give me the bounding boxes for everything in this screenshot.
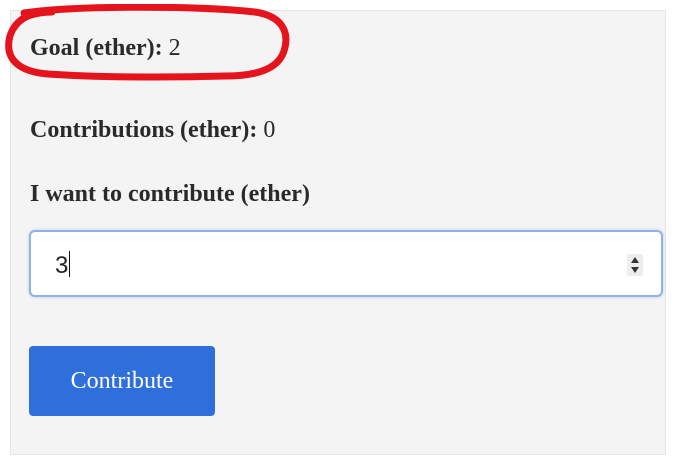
- contribute-button[interactable]: Contribute: [29, 346, 215, 416]
- spinner-arrows-icon[interactable]: [627, 254, 643, 276]
- spinner-up-icon[interactable]: [631, 257, 639, 263]
- contribution-amount-input[interactable]: 3: [29, 230, 663, 297]
- contributions-value: 0: [263, 117, 276, 143]
- goal-label: Goal (ether):: [30, 35, 163, 61]
- text-caret: [69, 251, 71, 277]
- contribute-amount-label: I want to contribute (ether): [30, 181, 310, 207]
- contribution-amount-value[interactable]: 3: [55, 251, 71, 278]
- goal-value: 2: [168, 35, 181, 61]
- spinner-down-icon[interactable]: [631, 267, 639, 273]
- contributions-row: Contributions (ether): 0: [30, 118, 275, 142]
- contribution-panel: Goal (ether): 2 Contributions (ether): 0…: [10, 10, 666, 455]
- goal-row: Goal (ether): 2: [30, 36, 181, 60]
- contributions-label: Contributions (ether):: [30, 117, 258, 143]
